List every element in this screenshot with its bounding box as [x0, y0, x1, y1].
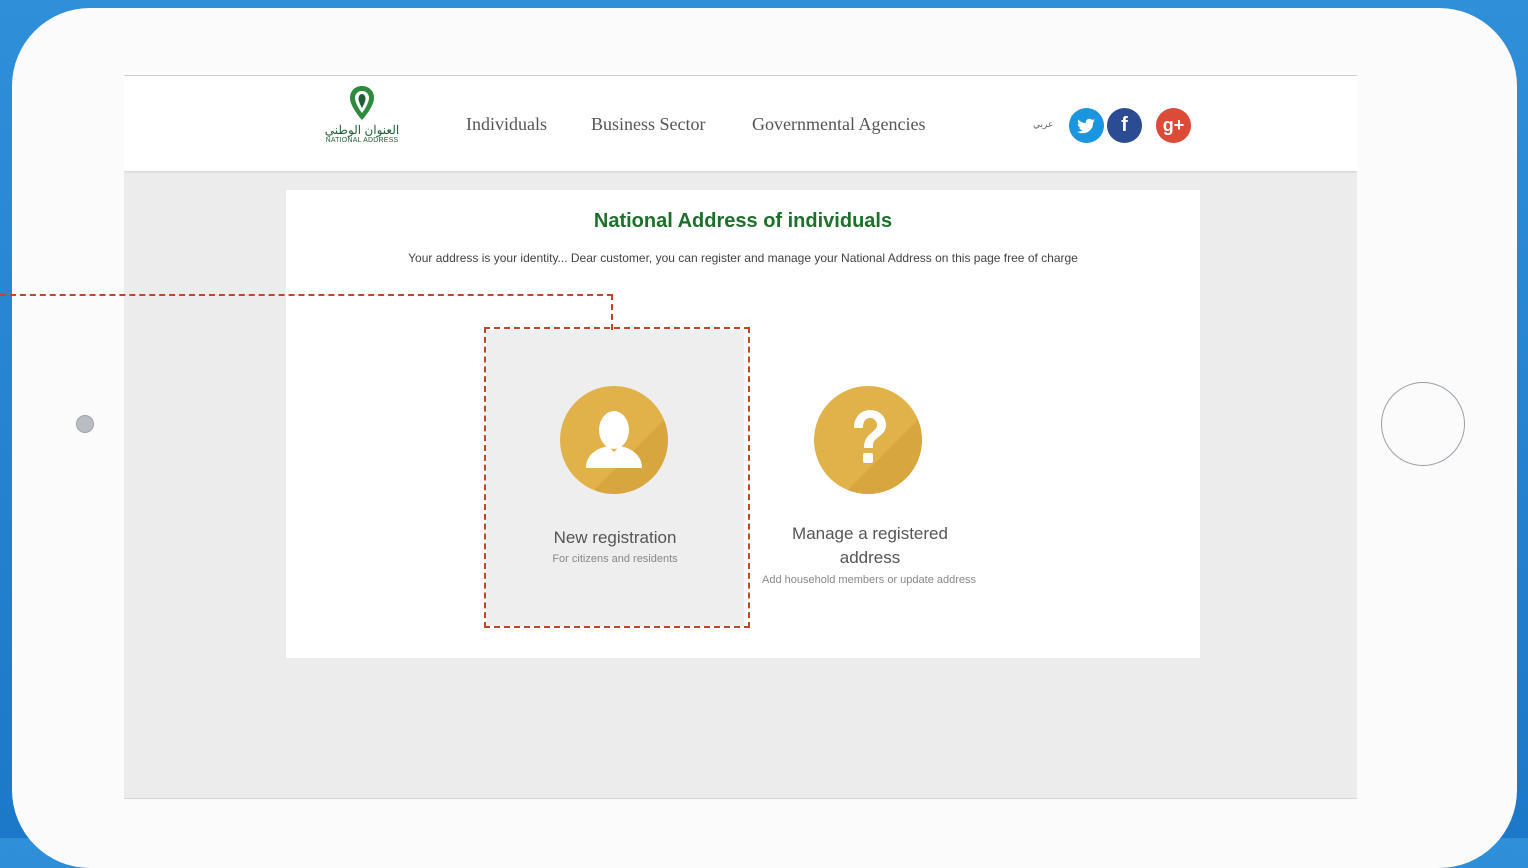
page-title: National Address of individuals: [593, 210, 893, 232]
logo-english-text: NATIONAL ADDRESS: [325, 137, 399, 144]
nav-link-governmental-agencies[interactable]: Governmental Agencies: [752, 114, 925, 135]
camera-dot: [76, 415, 94, 433]
national-address-logo[interactable]: العنوان الوطني NATIONAL ADDRESS: [312, 85, 412, 165]
facebook-icon[interactable]: f: [1107, 108, 1142, 143]
question-icon: [814, 386, 922, 494]
nav-link-individuals[interactable]: Individuals: [466, 114, 547, 135]
language-switch-link[interactable]: عربي: [1033, 119, 1053, 130]
location-pin-icon: [350, 86, 374, 120]
google-plus-icon[interactable]: g+: [1156, 108, 1191, 143]
manage-address-option[interactable]: Manage a registered address Add househol…: [742, 330, 1000, 626]
nav-link-business-sector[interactable]: Business Sector: [591, 114, 706, 135]
top-navigation: العنوان الوطني NATIONAL ADDRESS Individu…: [124, 76, 1357, 171]
logo-arabic-text: العنوان الوطني: [324, 123, 400, 137]
manage-address-title: Manage a registered address: [792, 524, 948, 567]
callout-connector-line: [0, 294, 613, 330]
page-subtitle: Your address is your identity... Dear cu…: [408, 251, 1078, 265]
twitter-icon[interactable]: [1069, 108, 1104, 143]
callout-highlight-box: [484, 327, 750, 628]
manage-address-subtitle: Add household members or update address: [761, 574, 977, 586]
home-button[interactable]: [1381, 382, 1465, 466]
